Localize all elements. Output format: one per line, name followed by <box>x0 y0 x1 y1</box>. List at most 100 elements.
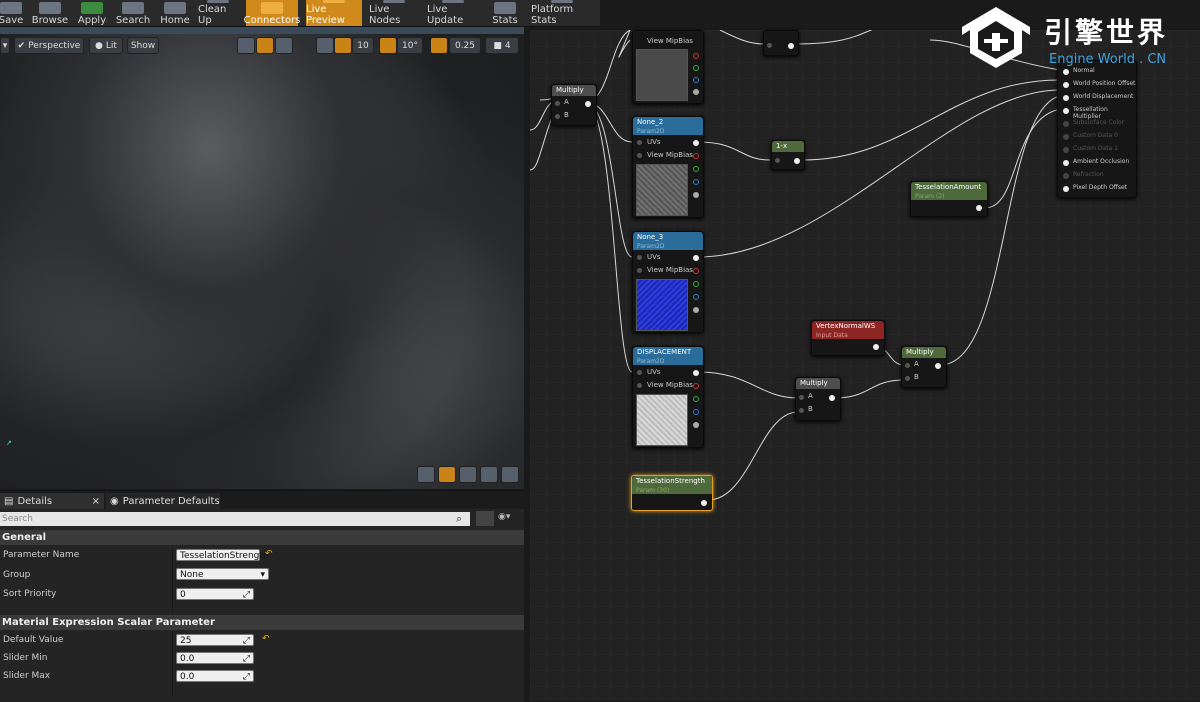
live-nodes-button[interactable]: Live Nodes <box>369 0 419 26</box>
section-scalar-parameter[interactable]: Material Expression Scalar Parameter <box>0 615 524 630</box>
chevron-down-icon: ▾ <box>2 40 8 51</box>
save-button[interactable]: Save <box>0 0 23 26</box>
mesh-custom-icon[interactable] <box>501 466 519 483</box>
grid-size-field[interactable]: 10 <box>352 37 374 54</box>
live-preview-icon <box>323 0 345 3</box>
reset-arrow-icon[interactable]: ↶ <box>262 634 270 644</box>
details-icon: ▤ <box>4 495 14 507</box>
live-preview-button[interactable]: Live Preview <box>306 0 362 26</box>
scale-icon[interactable] <box>275 37 293 54</box>
preview-mesh-rock <box>0 34 524 489</box>
search-button[interactable]: Search <box>116 0 150 26</box>
eye-icon[interactable]: ◉▾ <box>498 512 510 522</box>
check-icon: ✔ <box>17 40 26 51</box>
viewport-options-button[interactable]: ▾ <box>0 37 10 54</box>
tesselation-amount-node[interactable]: TesselationAmount Param (2) <box>910 181 988 217</box>
mesh-cylinder-icon[interactable] <box>417 466 435 483</box>
scale-snap-icon[interactable] <box>430 37 448 54</box>
result-pin-label: Refraction <box>1073 171 1104 178</box>
multiply-node-top[interactable]: Multiply A B <box>551 84 597 126</box>
multiply-node-middle[interactable]: Multiply A B <box>795 377 841 421</box>
translate-icon[interactable] <box>237 37 255 54</box>
slider-min-label: Slider Min <box>3 653 48 663</box>
slider-max-field[interactable]: 0.0 ⤢ <box>176 670 254 682</box>
cleanup-button[interactable]: Clean Up <box>198 0 238 26</box>
result-pin-dot[interactable] <box>1063 121 1069 127</box>
camera-speed-button[interactable]: ■ 4 <box>485 37 519 54</box>
parameter-name-field[interactable]: TesselationStrength <box>176 549 269 561</box>
axis-indicator: ↗ <box>6 439 12 447</box>
close-icon[interactable]: × <box>92 496 100 507</box>
details-tab-bar: ▤ Details × ◉ Parameter Defaults <box>0 491 524 509</box>
texture-node-top[interactable]: View MipBias <box>632 30 704 104</box>
result-pin-label: World Position Offset <box>1073 80 1136 87</box>
material-result-node[interactable]: Normal World Position Offset World Displac… <box>1057 60 1137 198</box>
result-pin-dot[interactable] <box>1063 160 1069 166</box>
result-pin-dot[interactable] <box>1063 173 1069 179</box>
perspective-button[interactable]: ✔ Perspective <box>14 37 84 54</box>
drag-icon: ⤢ <box>242 672 250 682</box>
normal-map-thumbnail <box>636 279 688 331</box>
platform-stats-button[interactable]: Platform Stats <box>531 0 593 26</box>
stats-button[interactable]: Stats <box>490 0 520 26</box>
texture-node-displacement[interactable]: DISPLACEMENT Param2D UVs View MipBias <box>632 346 704 448</box>
result-pin-dot[interactable] <box>1063 108 1069 114</box>
result-pin-label: Pixel Depth Offset <box>1073 184 1127 191</box>
default-value-field[interactable]: 25 ⤢ <box>176 634 254 646</box>
small-node-top[interactable] <box>763 30 799 56</box>
connectors-button[interactable]: Connectors <box>244 0 300 26</box>
default-value-label: Default Value <box>3 635 64 645</box>
grid-snap-icon[interactable] <box>334 37 352 54</box>
result-pin-label: World Displacement <box>1073 93 1134 100</box>
result-pin-dot[interactable] <box>1063 95 1069 101</box>
world-icon[interactable] <box>316 37 334 54</box>
rotate-icon[interactable] <box>256 37 274 54</box>
tab-parameter-defaults[interactable]: ◉ Parameter Defaults <box>106 493 220 509</box>
result-pin-label: Custom Data 0 <box>1073 132 1118 139</box>
details-search-input[interactable]: Search <box>0 512 470 526</box>
mesh-plane-icon[interactable] <box>459 466 477 483</box>
chevron-down-icon: ▾ <box>260 570 265 580</box>
show-button[interactable]: Show <box>127 37 159 54</box>
sort-priority-field[interactable]: 0 ⤢ <box>176 588 254 600</box>
mesh-cube-icon[interactable] <box>480 466 498 483</box>
home-button[interactable]: Home <box>160 0 190 26</box>
one-minus-node[interactable]: 1-x <box>771 140 805 170</box>
drag-icon: ⤢ <box>242 636 250 646</box>
texture-node-none3[interactable]: None_3 Param2D UVs View MipBias <box>632 231 704 333</box>
drag-icon: ⤢ <box>242 654 250 664</box>
texture-node-none2[interactable]: None_2 Param2D UVs View MipBias <box>632 116 704 218</box>
slider-min-field[interactable]: 0.0 ⤢ <box>176 652 254 664</box>
reset-arrow-icon[interactable]: ↶ <box>265 549 273 559</box>
engine-world-logo-icon <box>962 7 1030 68</box>
tab-details[interactable]: ▤ Details × <box>0 493 104 509</box>
displacement-thumbnail <box>636 394 688 446</box>
mesh-sphere-icon[interactable] <box>438 466 456 483</box>
cleanup-icon <box>207 0 229 3</box>
group-dropdown[interactable]: None ▾ <box>176 568 269 580</box>
parameter-name-label: Parameter Name <box>3 550 80 560</box>
browse-button[interactable]: Browse <box>32 0 68 26</box>
result-pin-dot[interactable] <box>1063 186 1069 192</box>
live-update-button[interactable]: Live Update <box>427 0 479 26</box>
lit-button[interactable]: ● Lit <box>89 37 123 54</box>
apply-button[interactable]: Apply <box>77 0 107 26</box>
section-general[interactable]: General <box>0 530 524 545</box>
vertex-normal-node[interactable]: VertexNormalWS Input Data <box>811 320 885 356</box>
angle-snap-icon[interactable] <box>379 37 397 54</box>
preview-viewport[interactable]: ▾ ✔ Perspective ● Lit Show 10 10° 0.25 ■ 4 … <box>0 27 524 489</box>
search-icon <box>122 2 144 14</box>
tesselation-strength-node[interactable]: TesselationStrength Param (30) <box>631 475 713 511</box>
result-pin-dot[interactable] <box>1063 82 1069 88</box>
platform-stats-icon <box>551 0 573 3</box>
toolbar: Save Browse Apply Search Home Clean Up C… <box>0 0 600 27</box>
result-pin-dot[interactable] <box>1063 134 1069 140</box>
result-pin-dot[interactable] <box>1063 147 1069 153</box>
scale-snap-field[interactable]: 0.25 <box>449 37 481 54</box>
group-label: Group <box>3 570 31 580</box>
apply-icon <box>81 2 103 14</box>
angle-field[interactable]: 10° <box>397 37 423 54</box>
view-options-icon[interactable] <box>476 511 494 526</box>
sort-priority-label: Sort Priority <box>3 589 57 599</box>
multiply-node-right[interactable]: Multiply A B <box>901 346 947 388</box>
